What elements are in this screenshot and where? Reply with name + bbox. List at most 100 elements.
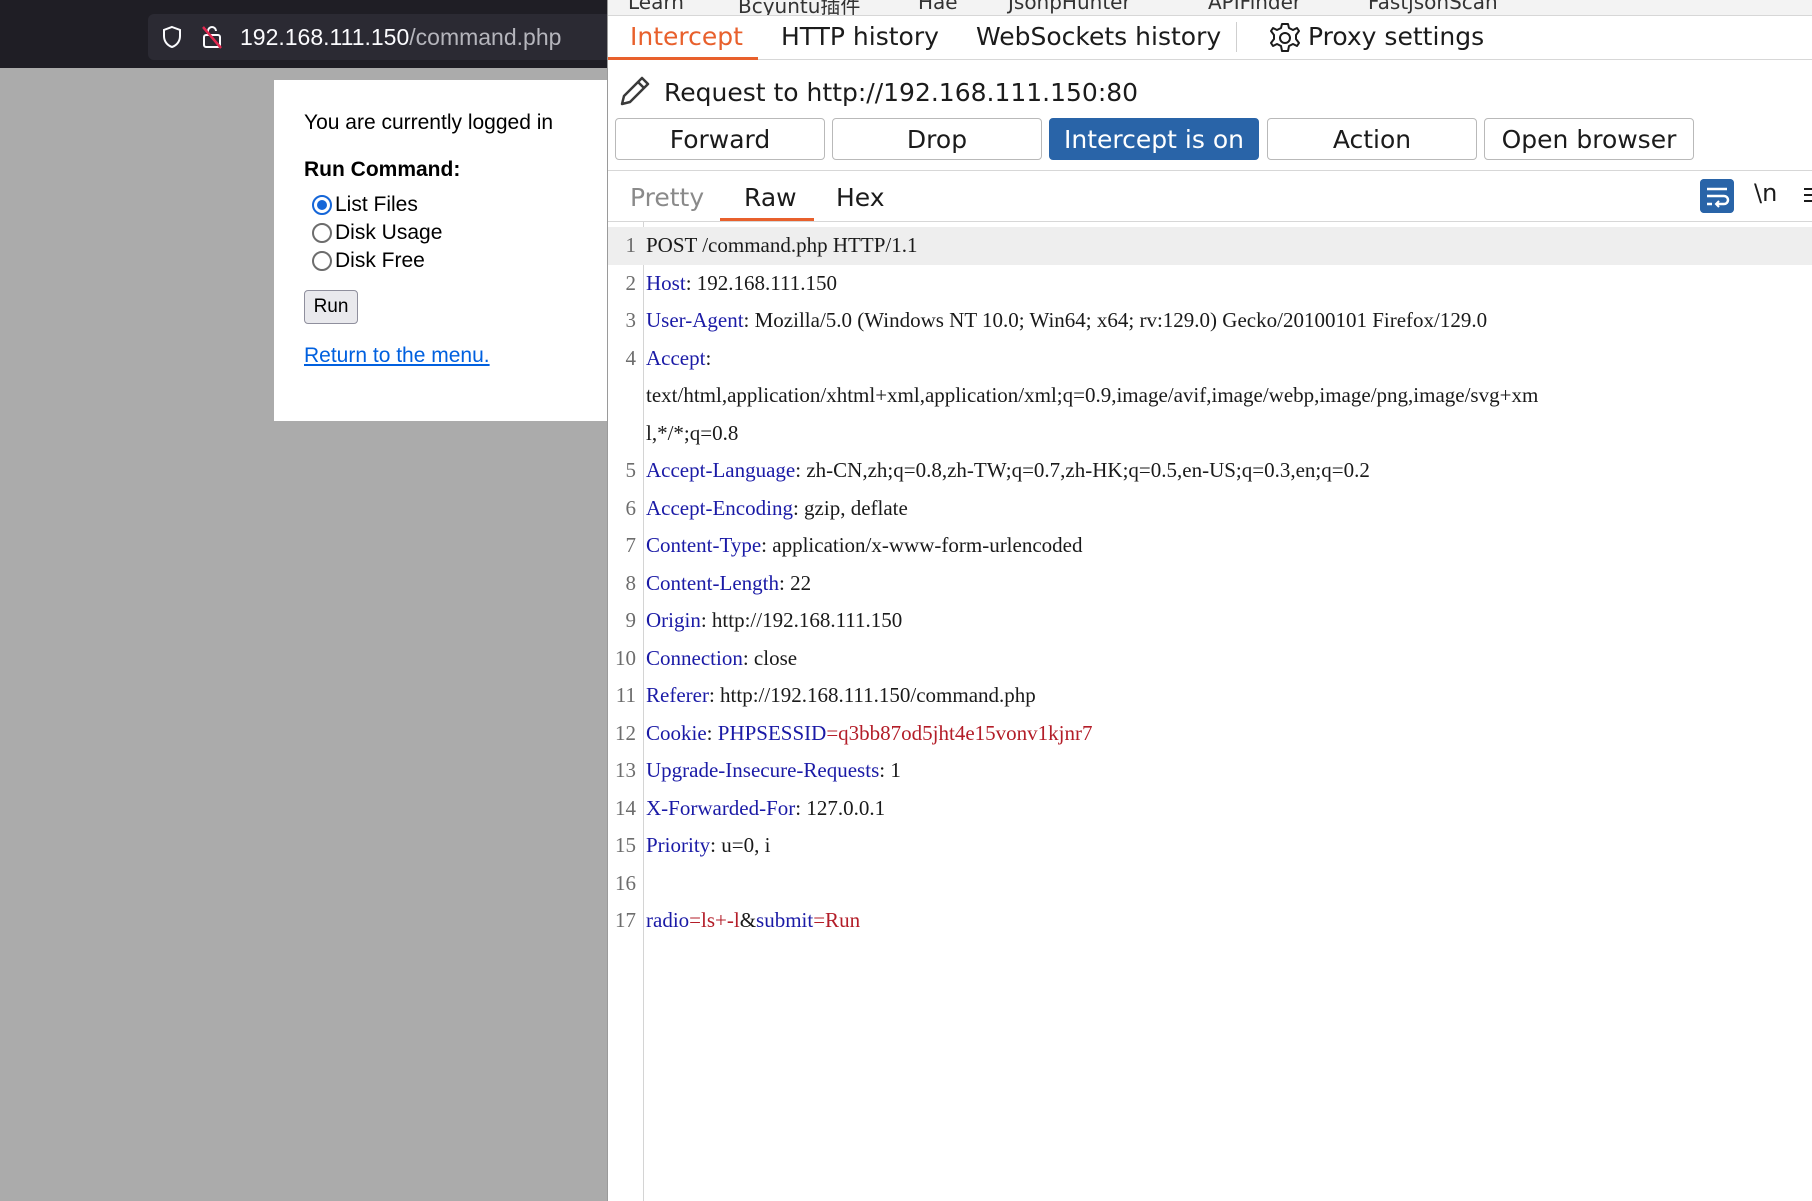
header-name: Referer [646,683,709,707]
header-name: Content-Length [646,570,779,595]
line-content: X-Forwarded-For: 127.0.0.1 [646,790,885,828]
gear-icon[interactable] [1268,21,1302,55]
line-content: Content-Length: 22 [646,565,811,603]
header-value: : application/x-www-form-urlencoded [761,533,1083,557]
url-path: /command.php [409,24,562,50]
request-line[interactable]: text/html,application/xhtml+xml,applicat… [608,377,1812,415]
request-line[interactable]: 10 Connection: close [608,640,1812,678]
line-number: 9 [625,608,637,632]
tab-proxy-settings[interactable]: Proxy settings [1308,22,1484,51]
strip-tab-learn[interactable]: Learn [628,0,684,14]
line-number: 11 [615,683,636,707]
request-line[interactable]: 16 [608,865,1812,903]
drop-button[interactable]: Drop [832,118,1042,160]
line-number: 8 [625,570,637,595]
extension-tab-strip: Learn Bcyuntu插件 Hae JsonpHunter APIFinde… [608,0,1812,16]
line-text: l,*/*;q=0.8 [646,420,739,445]
tab-pretty[interactable]: Pretty [630,183,704,212]
header-value: : 22 [778,570,812,595]
request-line[interactable]: 6 Accept-Encoding: gzip, deflate [608,490,1812,528]
strip-tab-plugin[interactable]: Bcyuntu插件 [738,0,860,15]
return-to-menu-link[interactable]: Return to the menu. [304,344,490,368]
header-value: : [705,345,712,370]
command-page: You are currently logged in Run Command:… [274,80,607,421]
radio-button-disk-free[interactable] [312,251,332,271]
radio-button-list-files[interactable] [312,195,332,215]
strip-tab-jsonphunter[interactable]: JsonpHunter [1008,0,1131,14]
line-content: Cookie: PHPSESSID=q3bb87od5jht4e15vonv1k… [646,715,1093,753]
line-text: text/html,application/xhtml+xml,applicat… [646,383,1539,407]
body-param-name: radio [646,908,690,932]
url-text[interactable]: 192.168.111.150/command.php [240,24,561,51]
line-number: 15 [615,833,636,857]
line-content: Host: 192.168.111.150 [646,265,837,303]
line-number: 7 [625,533,637,557]
request-line[interactable]: 2 Host: 192.168.111.150 [608,265,1812,303]
request-line[interactable]: 8 Content-Length: 22 [608,565,1812,603]
menu-icon[interactable] [1802,185,1812,205]
line-content: Accept-Encoding: gzip, deflate [646,490,908,528]
run-button[interactable]: Run [304,290,358,324]
tab-websockets-history[interactable]: WebSockets history [976,22,1221,51]
header-value: : http://192.168.111.150 [700,608,903,632]
line-content: l,*/*;q=0.8 [646,415,738,453]
tab-http-history[interactable]: HTTP history [781,22,939,51]
body-param-name: & [739,908,757,932]
radio-button-disk-usage[interactable] [312,223,332,243]
request-line[interactable]: 14 X-Forwarded-For: 127.0.0.1 [608,790,1812,828]
tab-hex[interactable]: Hex [836,183,885,212]
line-content: Upgrade-Insecure-Requests: 1 [646,752,901,790]
strip-tab-fastjsonscan[interactable]: FastjsonScan [1368,0,1498,14]
header-value: : http://192.168.111.150/command.php [708,683,1036,707]
line-content: text/html,application/xhtml+xml,applicat… [646,377,1538,415]
active-tab-indicator [608,57,758,60]
request-line[interactable]: 4 Accept: [608,340,1812,378]
message-view-tabs: Pretty Raw Hex \n [608,170,1812,222]
cookie-value: =q3bb87od5jht4e15vonv1kjnr7 [826,720,1093,745]
header-name: Priority [646,833,711,857]
action-button[interactable]: Action [1267,118,1477,160]
word-wrap-icon[interactable] [1700,179,1734,213]
radio-list-files[interactable]: List Files [312,192,418,218]
header-name: Cookie [646,720,707,745]
newline-toggle[interactable]: \n [1754,179,1777,207]
tab-intercept[interactable]: Intercept [630,22,743,51]
url-bar[interactable]: 192.168.111.150/command.php [148,14,618,60]
tracking-shield-icon[interactable] [160,25,184,49]
browser-window: 192.168.111.150/command.php You are curr… [0,0,618,1201]
line-number: 16 [615,870,636,895]
request-line[interactable]: 9 Origin: http://192.168.111.150 [608,602,1812,640]
url-host: 192.168.111.150 [240,24,410,50]
line-number: 17 [615,908,636,932]
tab-raw[interactable]: Raw [744,183,797,212]
request-line[interactable]: 12 Cookie: PHPSESSID=q3bb87od5jht4e15vonv… [608,715,1812,753]
request-line[interactable]: 13 Upgrade-Insecure-Requests: 1 [608,752,1812,790]
request-line[interactable]: 5 Accept-Language: zh-CN,zh;q=0.8,zh-TW;q… [608,452,1812,490]
raw-request-editor[interactable]: 1 POST /command.php HTTP/1.1 2 Host: 192.16… [608,222,1812,1201]
login-status-text: You are currently logged in [304,111,554,134]
request-line[interactable]: 15 Priority: u=0, i [608,827,1812,865]
open-browser-button[interactable]: Open browser [1484,118,1694,160]
forward-button[interactable]: Forward [615,118,825,160]
request-line[interactable]: 11 Referer: http://192.168.111.150/comman… [608,677,1812,715]
line-content: radio=ls+-l&submit=Run [646,902,860,940]
active-view-indicator [720,218,814,221]
radio-disk-usage[interactable]: Disk Usage [312,220,442,246]
radio-disk-free[interactable]: Disk Free [312,248,425,274]
line-number: 4 [625,345,637,370]
cookie-name: PHPSESSID [717,720,827,745]
request-line[interactable]: 7 Content-Type: application/x-www-form-ur… [608,527,1812,565]
radio-label-list-files: List Files [335,193,418,216]
strip-tab-hae[interactable]: Hae [918,0,958,14]
insecure-lock-icon[interactable] [200,24,224,50]
strip-tab-apifinder[interactable]: APIFinder [1208,0,1301,14]
line-content: Accept-Language: zh-CN,zh;q=0.8,zh-TW;q=… [646,452,1370,490]
request-line[interactable]: 3 User-Agent: Mozilla/5.0 (Windows NT 10.… [608,302,1812,340]
line-number: 3 [625,308,637,332]
line-number: 13 [615,758,636,782]
intercept-toggle-button[interactable]: Intercept is on [1049,118,1259,160]
request-line[interactable]: l,*/*;q=0.8 [608,415,1812,453]
request-line[interactable]: 17 radio=ls+-l&submit=Run [608,902,1812,940]
request-line[interactable]: 1 POST /command.php HTTP/1.1 [608,227,1812,265]
line-content: Content-Type: application/x-www-form-url… [646,527,1082,565]
